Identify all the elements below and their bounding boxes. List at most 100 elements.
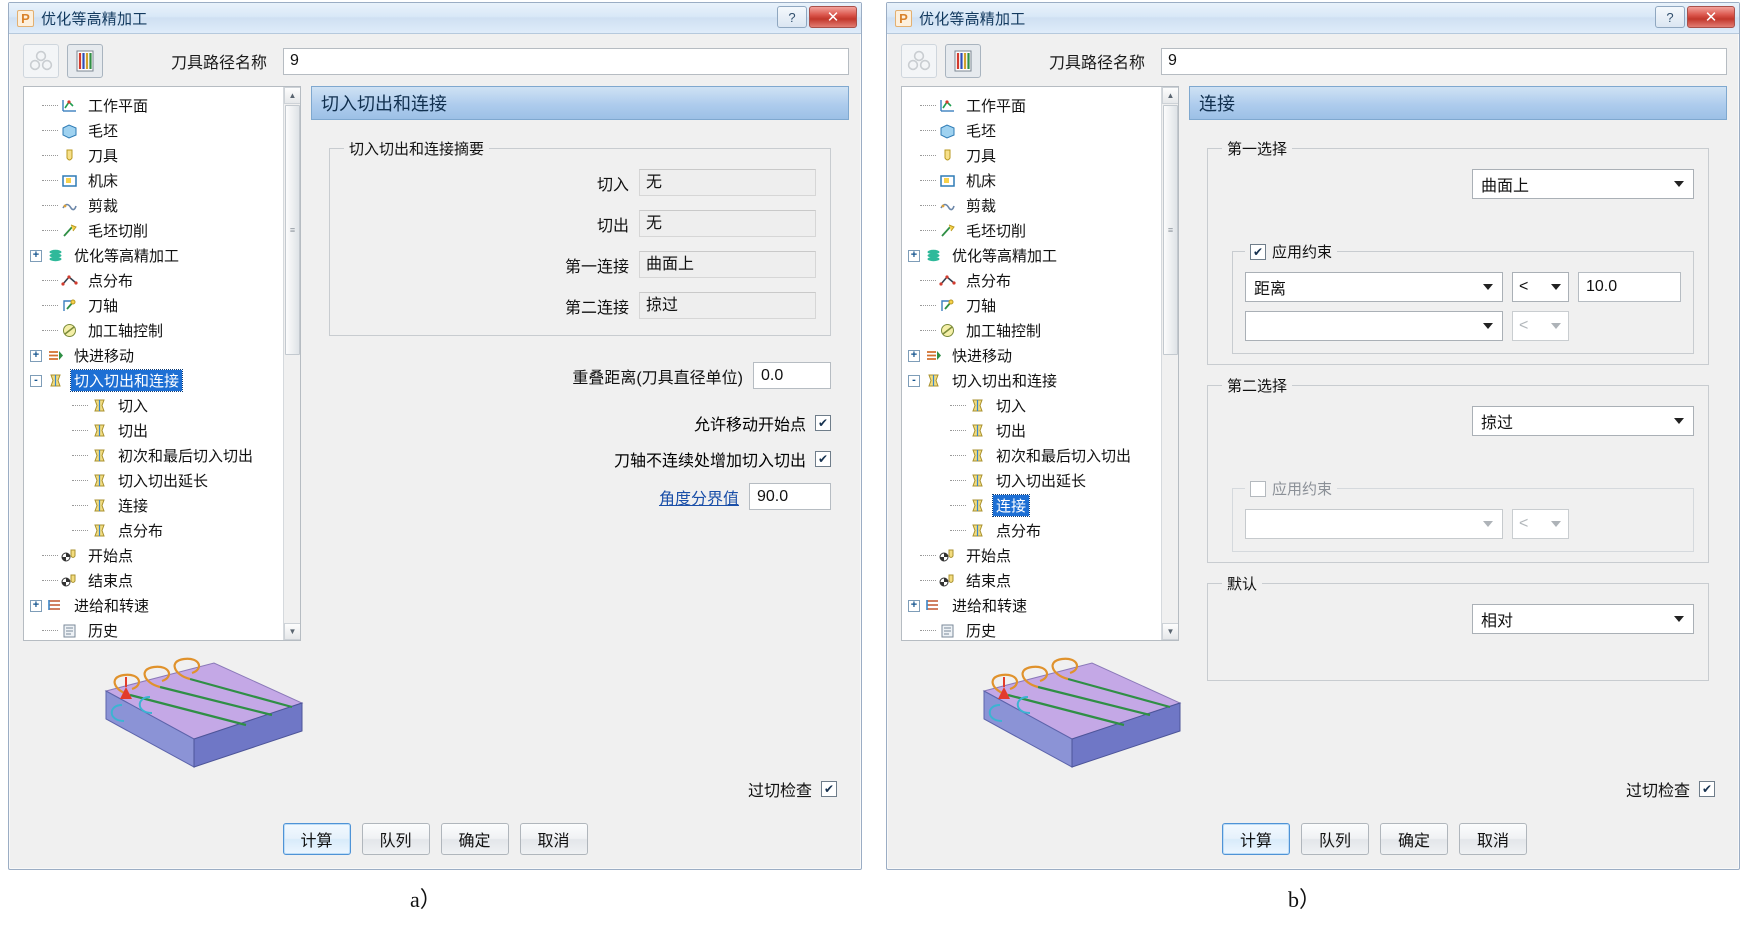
recycle-icon[interactable] [901, 44, 937, 78]
tree-item-6[interactable]: + 优化等高精加工 [30, 243, 300, 268]
tree-item-18[interactable]: 开始点 [30, 543, 300, 568]
help-button[interactable]: ? [1655, 6, 1685, 28]
tree-item-13[interactable]: 切出 [908, 418, 1178, 443]
tree-item-19[interactable]: 结束点 [30, 568, 300, 593]
expand-icon[interactable]: + [908, 599, 920, 612]
tree-item-20[interactable]: + 进给和转速 [30, 593, 300, 618]
tree-item-9[interactable]: 加工轴控制 [30, 318, 300, 343]
checkbox-0[interactable]: ✔ [815, 415, 831, 431]
button-确定[interactable]: 确定 [440, 823, 509, 855]
tree-item-2[interactable]: 刀具 [30, 143, 300, 168]
tree-item-13[interactable]: 切出 [30, 418, 300, 443]
angle-threshold-input[interactable] [749, 483, 831, 510]
tree-item-3[interactable]: 机床 [908, 168, 1178, 193]
tree-scrollbar[interactable]: ▲ ≡ ▼ [283, 87, 300, 640]
collapse-icon[interactable]: - [908, 374, 920, 387]
scroll-down-icon[interactable]: ▼ [1162, 623, 1178, 640]
tree-item-14[interactable]: 初次和最后切入切出 [30, 443, 300, 468]
tree-item-21[interactable]: 历史 [30, 618, 300, 640]
tree-item-18[interactable]: 开始点 [908, 543, 1178, 568]
button-计算[interactable]: 计算 [282, 823, 351, 855]
expand-icon[interactable]: + [908, 349, 920, 362]
tree-item-16[interactable]: 连接 [908, 493, 1178, 518]
close-button[interactable]: ✕ [1687, 6, 1735, 28]
scroll-thumb[interactable]: ≡ [1163, 105, 1178, 355]
tree-item-17[interactable]: 点分布 [908, 518, 1178, 543]
tree-item-8[interactable]: 刀轴 [30, 293, 300, 318]
button-计算[interactable]: 计算 [1222, 823, 1290, 855]
gouge-check-checkbox[interactable]: ✔ [1699, 781, 1715, 797]
button-确定[interactable]: 确定 [1380, 823, 1448, 855]
scroll-thumb[interactable]: ≡ [285, 105, 300, 355]
toolpath-name-input[interactable] [1161, 47, 1727, 75]
tree-item-5[interactable]: 毛坯切削 [908, 218, 1178, 243]
button-取消[interactable]: 取消 [519, 823, 588, 855]
scroll-up-icon[interactable]: ▲ [1162, 87, 1178, 104]
apply-constraint-checkbox-2[interactable] [1250, 480, 1266, 497]
toolpath-preview-icon[interactable] [945, 44, 981, 78]
toolpath-name-input[interactable] [283, 47, 849, 75]
expand-icon[interactable]: + [908, 249, 920, 262]
tree-item-8[interactable]: 刀轴 [908, 293, 1178, 318]
tree-item-label: 毛坯 [88, 123, 119, 140]
collapse-icon[interactable]: - [30, 374, 42, 387]
tree-item-15[interactable]: 切入切出延长 [30, 468, 300, 493]
tree-item-1[interactable]: 毛坯 [908, 118, 1178, 143]
toolpath-name-label: 刀具路径名称 [1049, 55, 1146, 72]
constraint-value-input-1[interactable] [1578, 272, 1681, 302]
apply-constraint-checkbox-1[interactable]: ✔ [1250, 243, 1266, 260]
scroll-down-icon[interactable]: ▼ [284, 623, 300, 640]
button-队列[interactable]: 队列 [1301, 823, 1369, 855]
overlap-input[interactable] [753, 362, 831, 389]
tree-item-7[interactable]: 点分布 [30, 268, 300, 293]
constraint-field-dropdown-1[interactable]: 距离 [1245, 272, 1503, 302]
tree-item-12[interactable]: 切入 [908, 393, 1178, 418]
dialog-b-tree[interactable]: 工作平面 毛坯 刀具 机床 剪裁 毛坯切削 + 优化等高精加工 点分布 刀轴 加工轴控制 + 快进移动 -… [901, 86, 1179, 641]
tree-item-17[interactable]: 点分布 [30, 518, 300, 543]
checkbox-1[interactable]: ✔ [815, 451, 831, 467]
tree-item-7[interactable]: 点分布 [908, 268, 1178, 293]
tree-item-19[interactable]: 结束点 [908, 568, 1178, 593]
tree-item-21[interactable]: 历史 [908, 618, 1178, 640]
dialog-a-tree[interactable]: 工作平面 毛坯 刀具 机床 剪裁 毛坯切削 + 优化等高精加工 点分布 刀轴 加工轴控制 + 快进移动 -… [23, 86, 301, 641]
tree-item-4[interactable]: 剪裁 [908, 193, 1178, 218]
tree-item-11[interactable]: - 切入切出和连接 [908, 368, 1178, 393]
constraint-field-dropdown-3[interactable] [1245, 509, 1503, 539]
button-取消[interactable]: 取消 [1459, 823, 1527, 855]
first-choice-type-dropdown[interactable]: 曲面上 [1472, 169, 1694, 199]
expand-icon[interactable]: + [30, 599, 42, 612]
tree-item-0[interactable]: 工作平面 [908, 93, 1178, 118]
tree-item-14[interactable]: 初次和最后切入切出 [908, 443, 1178, 468]
tree-item-0[interactable]: 工作平面 [30, 93, 300, 118]
default-dropdown[interactable]: 相对 [1472, 604, 1694, 634]
tree-item-6[interactable]: + 优化等高精加工 [908, 243, 1178, 268]
help-button[interactable]: ? [777, 6, 807, 28]
angle-threshold-link[interactable]: 角度分界值 [659, 485, 739, 509]
tree-item-15[interactable]: 切入切出延长 [908, 468, 1178, 493]
close-button[interactable]: ✕ [809, 6, 857, 28]
tree-item-4[interactable]: 剪裁 [30, 193, 300, 218]
tree-item-2[interactable]: 刀具 [908, 143, 1178, 168]
gouge-check-checkbox[interactable]: ✔ [821, 781, 837, 797]
tree-item-16[interactable]: 连接 [30, 493, 300, 518]
toolpath-preview-icon[interactable] [67, 44, 103, 78]
tree-scrollbar[interactable]: ▲ ≡ ▼ [1161, 87, 1178, 640]
second-choice-type-dropdown[interactable]: 掠过 [1472, 406, 1694, 436]
recycle-icon[interactable] [23, 44, 59, 78]
scroll-up-icon[interactable]: ▲ [284, 87, 300, 104]
tree-item-9[interactable]: 加工轴控制 [908, 318, 1178, 343]
tree-item-5[interactable]: 毛坯切削 [30, 218, 300, 243]
expand-icon[interactable]: + [30, 249, 42, 262]
tree-item-11[interactable]: - 切入切出和连接 [30, 368, 300, 393]
constraint-operator-dropdown-1[interactable]: < [1512, 272, 1569, 302]
tree-item-10[interactable]: + 快进移动 [30, 343, 300, 368]
tree-item-1[interactable]: 毛坯 [30, 118, 300, 143]
tree-item-10[interactable]: + 快进移动 [908, 343, 1178, 368]
tree-item-12[interactable]: 切入 [30, 393, 300, 418]
button-队列[interactable]: 队列 [361, 823, 430, 855]
tree-item-3[interactable]: 机床 [30, 168, 300, 193]
constraint-field-dropdown-2[interactable] [1245, 311, 1503, 341]
expand-icon[interactable]: + [30, 349, 42, 362]
tree-item-20[interactable]: + 进给和转速 [908, 593, 1178, 618]
dialog-a-titlebar: P 优化等高精加工 ? ✕ [9, 3, 861, 34]
